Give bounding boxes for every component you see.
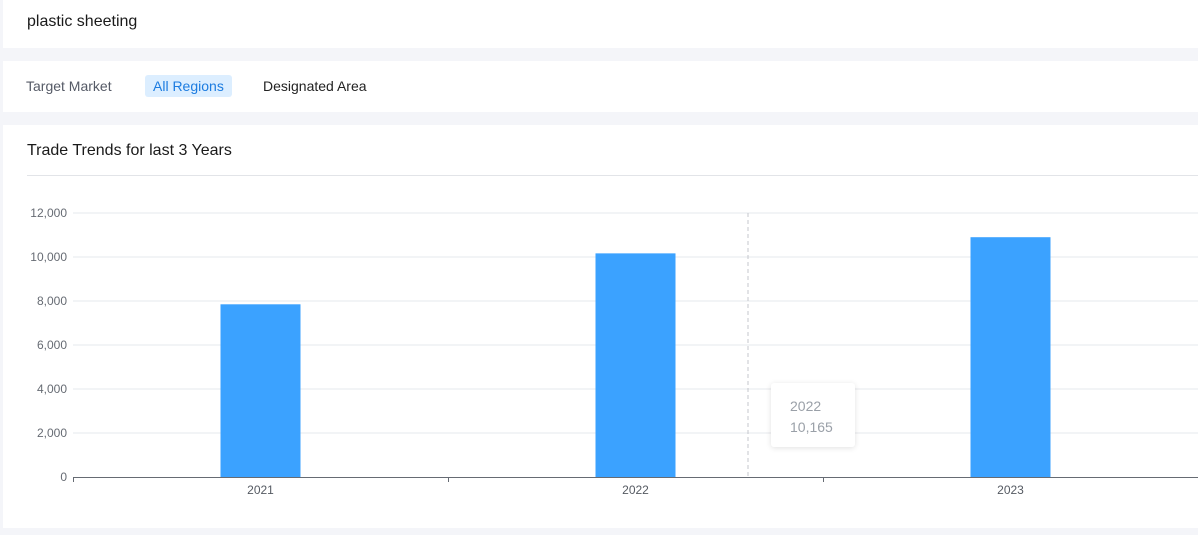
search-card: plastic sheeting [3,0,1198,48]
y-tick-label: 8,000 [37,294,67,308]
x-tick-label: 2022 [622,483,649,497]
tooltip-value: 10,165 [790,419,833,435]
y-tick-label: 12,000 [30,206,67,220]
chart-tooltip: 2022 10,165 [771,383,855,447]
bar-2023 [970,237,1051,477]
x-tick-label: 2023 [997,483,1024,497]
target-market-label: Target Market [26,78,112,94]
designated-area-option[interactable]: Designated Area [255,75,375,97]
trade-trends-card: Trade Trends for last 3 Years 0 2,000 4,00… [3,125,1198,528]
bar-2021 [220,304,301,477]
y-tick-label: 0 [60,470,67,484]
bar-2022 [595,253,676,477]
search-query-text: plastic sheeting [27,13,138,30]
y-tick-label: 10,000 [30,250,67,264]
y-tick-label: 4,000 [37,382,67,396]
trade-trends-chart[interactable]: 0 2,000 4,000 6,000 8,000 10,000 12,000 2021 202… [3,125,1198,528]
all-regions-option[interactable]: All Regions [145,75,232,97]
y-tick-label: 2,000 [37,426,67,440]
x-tick-label: 2021 [247,483,274,497]
target-market-filter-bar: Target Market All Regions Designated Are… [3,61,1198,112]
tooltip-category: 2022 [790,398,822,414]
y-tick-label: 6,000 [37,338,67,352]
